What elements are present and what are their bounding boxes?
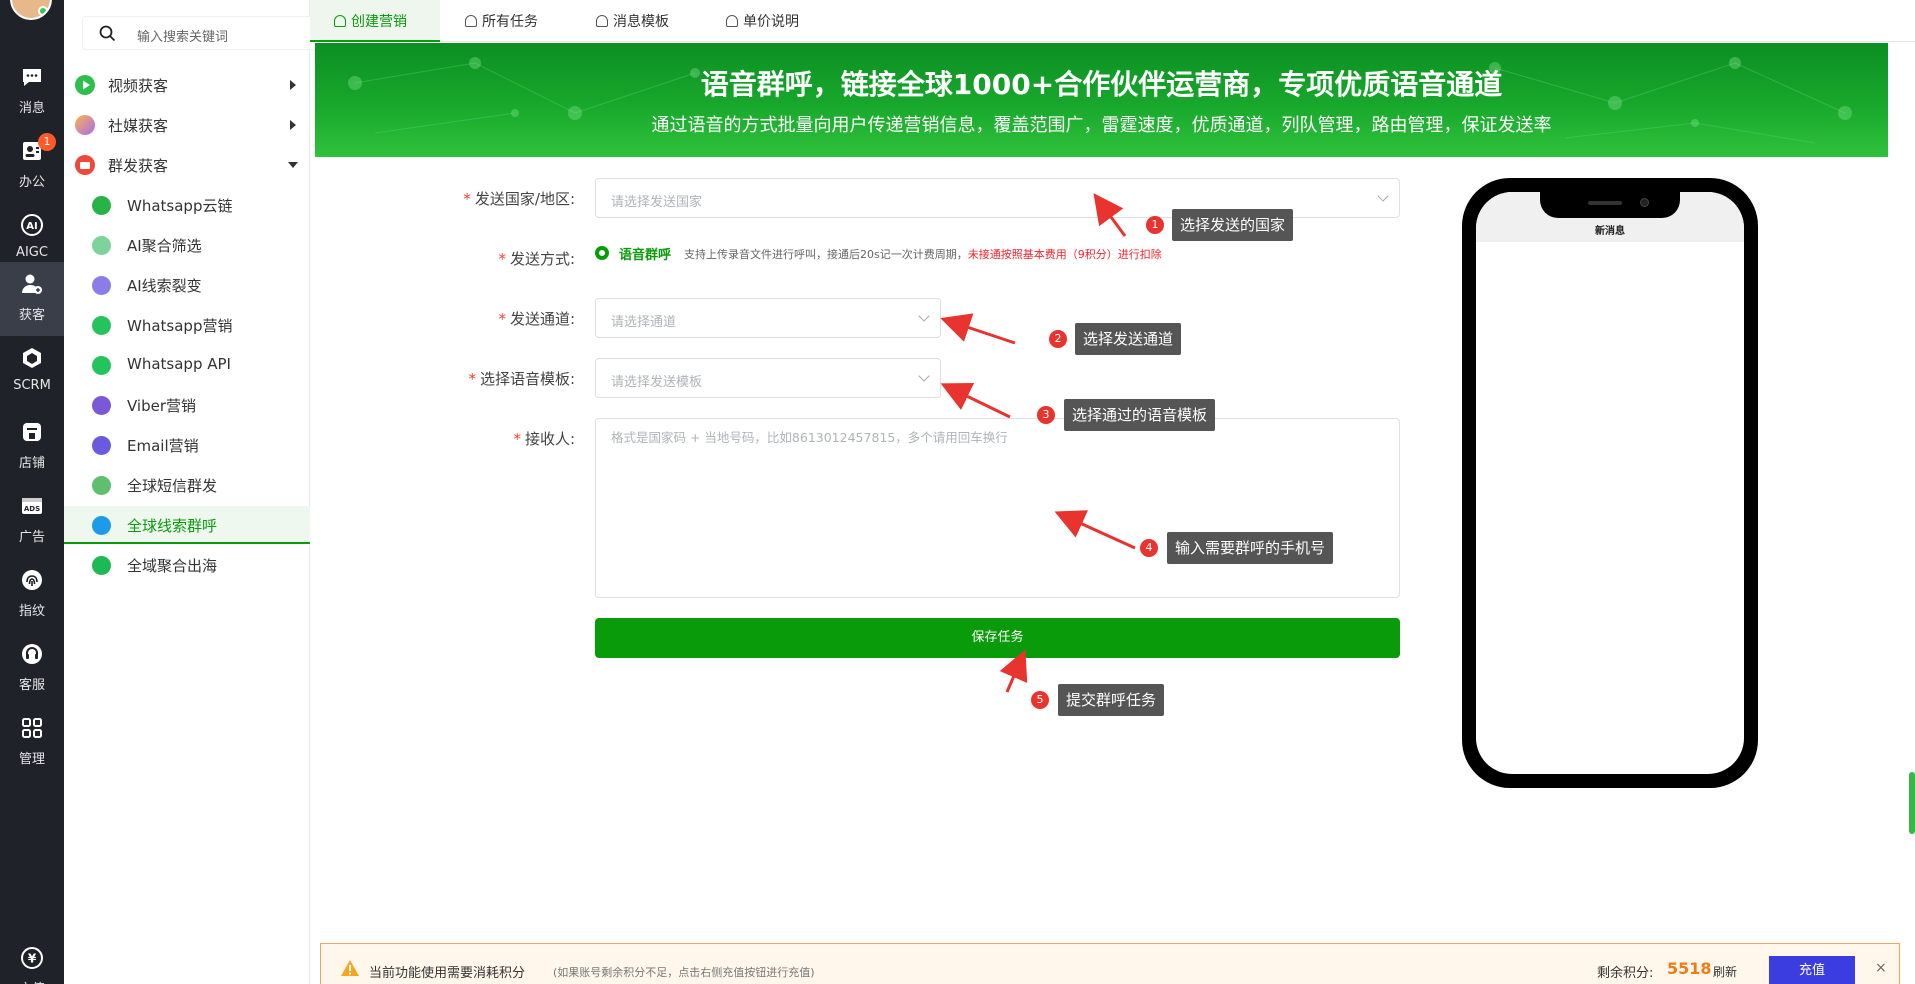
- notice-subtext: (如果账号剩余积分不足，点击右侧充值按钮进行充值): [553, 966, 815, 979]
- callout-arrow-1: [1093, 193, 1127, 237]
- callout-tooltip: 选择发送的国家: [1172, 209, 1294, 241]
- phone-screen: 新消息: [1476, 192, 1744, 774]
- refresh-link[interactable]: 刷新: [1713, 963, 1737, 980]
- warning-icon: [341, 960, 359, 976]
- callout-arrow-2: [940, 313, 1016, 345]
- callout-arrow-4: [1054, 510, 1136, 550]
- speaker-icon: [1588, 201, 1622, 205]
- notice-text: 当前功能使用需要消耗积分: [369, 966, 526, 981]
- callout-arrow-3: [940, 382, 1011, 419]
- callout-arrow-5: [999, 649, 1028, 693]
- points-label: 剩余积分:: [1597, 966, 1654, 981]
- callout-tooltip: 选择通过的语音模板: [1064, 399, 1216, 431]
- callout-number: 5: [1031, 691, 1049, 709]
- phone-preview: 新消息: [1462, 178, 1758, 788]
- callout-tooltip: 选择发送通道: [1075, 323, 1182, 355]
- callout-tooltip: 输入需要群呼的手机号: [1167, 532, 1334, 564]
- close-icon[interactable]: ×: [1875, 960, 1887, 976]
- app-window: 消息 1 办公 AI AIGC 获客 SCRM 店铺 ADS 广告 指纹 客服 …: [0, 0, 1915, 984]
- phone-notch: [1540, 188, 1680, 218]
- callout-number: 2: [1049, 330, 1067, 348]
- callout-number: 4: [1140, 539, 1158, 557]
- phone-title: 新消息: [1595, 226, 1625, 237]
- camera-icon: [1640, 198, 1649, 207]
- recharge-button[interactable]: 充值: [1769, 956, 1855, 984]
- callout-tooltip: 提交群呼任务: [1058, 684, 1165, 716]
- points-value: 5518: [1667, 959, 1712, 978]
- callout-number: 1: [1146, 216, 1164, 234]
- callout-number: 3: [1037, 406, 1055, 424]
- points-notice-bar: 当前功能使用需要消耗积分 (如果账号剩余积分不足，点击右侧充值按钮进行充值) 剩…: [320, 943, 1900, 984]
- scroll-handle[interactable]: [1909, 772, 1915, 834]
